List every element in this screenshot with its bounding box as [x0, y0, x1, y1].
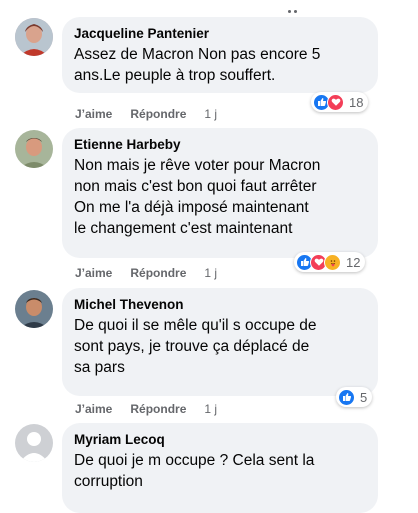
reaction-count: 12	[346, 254, 361, 270]
avatar[interactable]	[15, 130, 53, 168]
comment-bubble: Jacqueline Pantenier Assez de Macron Non…	[62, 17, 378, 93]
commenter-name[interactable]: Michel Thevenon	[74, 296, 366, 313]
previous-comment-remnant	[288, 0, 328, 13]
comment-text: De quoi il se mêle qu'il s occupe de son…	[74, 317, 317, 376]
commenter-name[interactable]: Jacqueline Pantenier	[74, 25, 366, 42]
comment-actions: J’aime Répondre 1 j	[75, 402, 217, 416]
like-link[interactable]: J’aime	[75, 266, 112, 280]
comment-actions: J’aime Répondre 1 j	[75, 266, 217, 280]
comment-bubble: Myriam Lecoq De quoi je m occupe ? Cela …	[62, 423, 378, 513]
reply-link[interactable]: Répondre	[130, 107, 186, 121]
avatar[interactable]	[15, 18, 53, 56]
comment-actions: J’aime Répondre 1 j	[75, 107, 217, 121]
love-icon	[327, 93, 344, 111]
care-icon	[324, 253, 341, 271]
comment-text: Assez de Macron Non pas encore 5 ans.Le …	[74, 46, 321, 84]
comment-time[interactable]: 1 j	[204, 107, 217, 121]
comment-time[interactable]: 1 j	[204, 266, 217, 280]
like-icon	[338, 388, 355, 406]
comment-text: Non mais je rêve voter pour Macron non m…	[74, 157, 321, 237]
reply-link[interactable]: Répondre	[130, 402, 186, 416]
like-link[interactable]: J’aime	[75, 402, 112, 416]
reply-link[interactable]: Répondre	[130, 266, 186, 280]
reaction-count: 18	[349, 94, 364, 110]
comment-bubble: Etienne Harbeby Non mais je rêve voter p…	[62, 128, 378, 258]
like-link[interactable]: J’aime	[75, 107, 112, 121]
reaction-summary[interactable]: 5	[336, 387, 373, 407]
reaction-summary[interactable]: 12	[294, 252, 366, 272]
commenter-name[interactable]: Etienne Harbeby	[74, 136, 366, 153]
comment-time[interactable]: 1 j	[204, 402, 217, 416]
comment-text: De quoi je m occupe ? Cela sent la corru…	[74, 452, 315, 490]
reaction-summary[interactable]: 18	[311, 92, 369, 112]
avatar[interactable]	[15, 290, 53, 328]
reaction-count: 5	[360, 389, 368, 405]
avatar[interactable]	[15, 424, 53, 462]
commenter-name[interactable]: Myriam Lecoq	[74, 431, 366, 448]
comment-bubble: Michel Thevenon De quoi il se mêle qu'il…	[62, 288, 378, 396]
